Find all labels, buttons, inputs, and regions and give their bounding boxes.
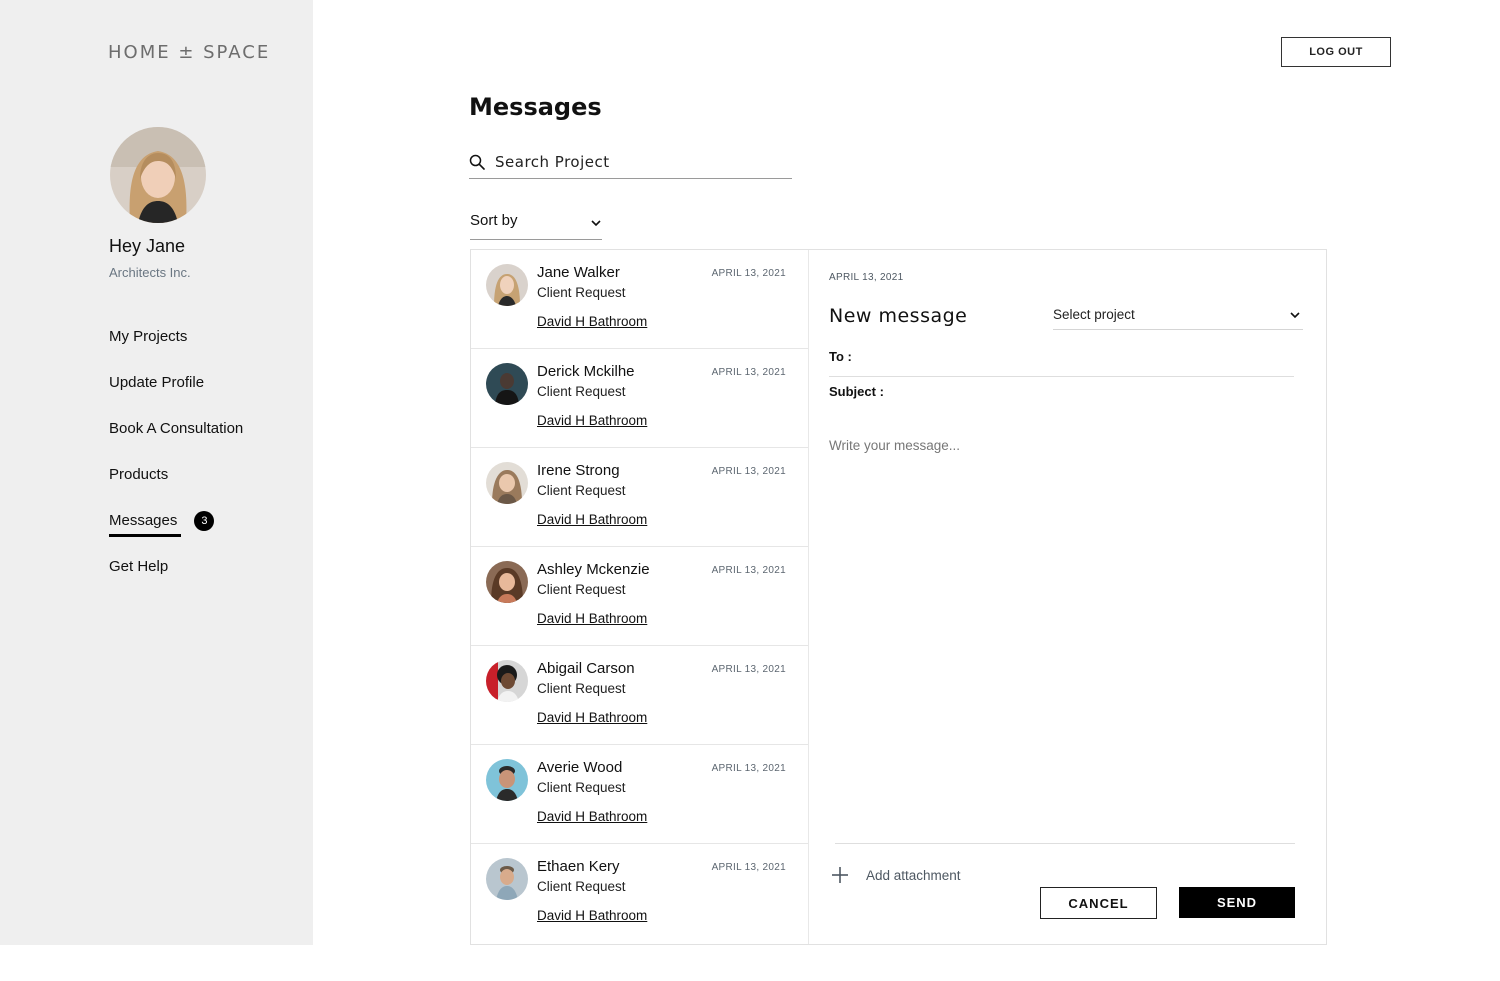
sidebar-item-label: Update Profile — [109, 374, 205, 391]
avatar — [486, 660, 528, 702]
sidebar-item-label: Messages — [109, 512, 182, 537]
message-date: APRIL 13, 2021 — [711, 466, 786, 477]
project-link[interactable]: David H Bathroom — [537, 413, 647, 428]
user-greeting: Hey Jane — [109, 236, 186, 256]
sidebar-item-label: My Projects — [109, 328, 188, 345]
subject-input[interactable] — [889, 384, 1294, 402]
sidebar-item-label: Products — [109, 466, 169, 483]
user-company: Architects Inc. — [109, 265, 191, 280]
sender-name: Ethaen Kery — [537, 858, 620, 875]
message-type: Client Request — [537, 483, 626, 498]
avatar — [486, 858, 528, 900]
brand-logo[interactable]: HOME ± SPACE — [108, 42, 270, 63]
to-input[interactable] — [857, 349, 1294, 367]
sidebar-item-messages[interactable]: Messages 3 — [109, 510, 243, 556]
compose-divider — [835, 843, 1295, 844]
sender-name: Irene Strong — [537, 462, 620, 479]
logout-button[interactable]: LOG OUT — [1281, 37, 1391, 67]
compose-date: APRIL 13, 2021 — [829, 272, 904, 283]
page-title: Messages — [469, 93, 602, 121]
cancel-button[interactable]: CANCEL — [1040, 887, 1157, 919]
chevron-down-icon — [1290, 312, 1300, 319]
avatar — [486, 759, 528, 801]
message-list-item[interactable]: Abigail Carson Client Request APRIL 13, … — [471, 646, 808, 745]
message-list-item[interactable]: Ashley Mckenzie Client Request APRIL 13,… — [471, 547, 808, 646]
chevron-down-icon — [591, 220, 601, 227]
message-list-item[interactable]: Ethaen Kery Client Request APRIL 13, 202… — [471, 844, 808, 943]
avatar — [486, 561, 528, 603]
message-list: Jane Walker Client Request APRIL 13, 202… — [471, 250, 809, 944]
add-attachment-button[interactable]: Add attachment — [831, 866, 961, 884]
message-type: Client Request — [537, 780, 626, 795]
sort-by-label: Sort by — [470, 212, 518, 229]
project-link[interactable]: David H Bathroom — [537, 809, 647, 824]
project-link[interactable]: David H Bathroom — [537, 512, 647, 527]
subject-label: Subject : — [829, 384, 884, 399]
subject-field-row: Subject : — [829, 384, 1294, 406]
sidebar-item-get-help[interactable]: Get Help — [109, 556, 243, 602]
message-date: APRIL 13, 2021 — [711, 664, 786, 675]
sender-name: Abigail Carson — [537, 660, 635, 677]
sidebar: HOME ± SPACE Hey Jane Architects Inc. My… — [0, 0, 313, 945]
message-list-item[interactable]: Irene Strong Client Request APRIL 13, 20… — [471, 448, 808, 547]
project-link[interactable]: David H Bathroom — [537, 710, 647, 725]
sidebar-item-label: Book A Consultation — [109, 420, 244, 437]
sidebar-item-my-projects[interactable]: My Projects — [109, 326, 243, 372]
avatar[interactable] — [110, 127, 206, 223]
sender-name: Derick Mckilhe — [537, 363, 635, 380]
search-bar — [469, 150, 792, 179]
message-date: APRIL 13, 2021 — [711, 862, 786, 873]
sender-name: Averie Wood — [537, 759, 623, 776]
sidebar-nav: My Projects Update Profile Book A Consul… — [109, 326, 243, 602]
unread-count-badge: 3 — [194, 511, 215, 531]
to-field-row: To : — [829, 349, 1294, 377]
sidebar-item-book-consultation[interactable]: Book A Consultation — [109, 418, 243, 464]
sidebar-item-update-profile[interactable]: Update Profile — [109, 372, 243, 418]
message-type: Client Request — [537, 285, 626, 300]
message-type: Client Request — [537, 384, 626, 399]
select-project-label: Select project — [1053, 307, 1135, 322]
add-attachment-label: Add attachment — [866, 867, 961, 883]
sort-by-dropdown[interactable]: Sort by — [470, 212, 602, 240]
message-date: APRIL 13, 2021 — [711, 763, 786, 774]
project-link[interactable]: David H Bathroom — [537, 908, 647, 923]
avatar — [486, 462, 528, 504]
message-list-item[interactable]: Derick Mckilhe Client Request APRIL 13, … — [471, 349, 808, 448]
message-type: Client Request — [537, 681, 626, 696]
messages-panel: Jane Walker Client Request APRIL 13, 202… — [470, 249, 1327, 945]
project-link[interactable]: David H Bathroom — [537, 314, 647, 329]
search-icon — [469, 154, 485, 170]
select-project-dropdown[interactable]: Select project — [1053, 304, 1303, 330]
compose-title: New message — [829, 305, 968, 327]
sender-name: Ashley Mckenzie — [537, 561, 650, 578]
project-link[interactable]: David H Bathroom — [537, 611, 647, 626]
message-date: APRIL 13, 2021 — [711, 367, 786, 378]
search-input[interactable] — [495, 153, 775, 171]
message-date: APRIL 13, 2021 — [711, 268, 786, 279]
message-list-item[interactable]: Jane Walker Client Request APRIL 13, 202… — [471, 250, 808, 349]
message-date: APRIL 13, 2021 — [711, 565, 786, 576]
to-label: To : — [829, 349, 852, 364]
avatar — [486, 363, 528, 405]
sidebar-item-products[interactable]: Products — [109, 464, 243, 510]
avatar — [486, 264, 528, 306]
message-type: Client Request — [537, 879, 626, 894]
plus-icon — [832, 867, 848, 883]
sender-name: Jane Walker — [537, 264, 620, 281]
message-list-item[interactable]: Averie Wood Client Request APRIL 13, 202… — [471, 745, 808, 844]
message-type: Client Request — [537, 582, 626, 597]
send-button[interactable]: SEND — [1179, 887, 1295, 918]
sidebar-item-label: Get Help — [109, 558, 169, 575]
compose-panel: APRIL 13, 2021 New message Select projec… — [809, 250, 1326, 944]
message-body-textarea[interactable] — [829, 438, 1294, 838]
